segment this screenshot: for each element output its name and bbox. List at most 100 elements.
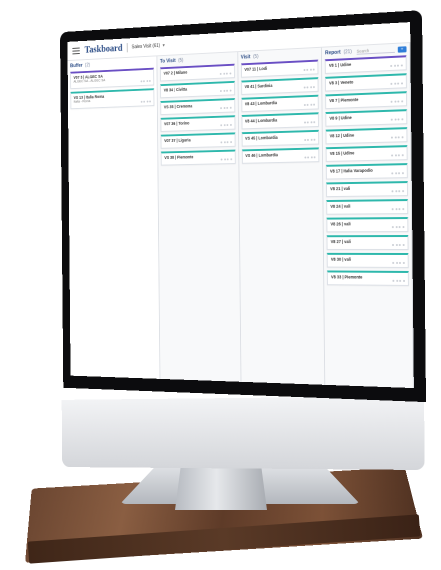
card-action-icon[interactable] <box>229 89 232 92</box>
task-card[interactable]: V8 30 | vali <box>327 252 409 268</box>
card-action-icon[interactable] <box>396 261 399 264</box>
card-action-icon[interactable] <box>229 123 232 126</box>
card-action-icon[interactable] <box>398 154 401 157</box>
card-action-icon[interactable] <box>402 226 405 229</box>
card-action-icon[interactable] <box>392 261 395 264</box>
board-selector[interactable]: Sales Visit (61) ▾ <box>132 43 165 50</box>
card-action-icon[interactable] <box>230 158 232 161</box>
card-action-icon[interactable] <box>226 106 229 109</box>
card-action-icon[interactable] <box>219 72 222 75</box>
task-card[interactable]: V8 43 | Lombardia <box>241 94 320 113</box>
task-card[interactable]: V8 34 | Civitta <box>160 80 235 99</box>
task-card[interactable]: VS 38 | Piemonte <box>160 149 236 166</box>
card-action-icon[interactable] <box>303 104 306 107</box>
card-action-icon[interactable] <box>396 279 399 282</box>
card-action-icon[interactable] <box>394 136 397 139</box>
card-action-icon[interactable] <box>395 190 398 193</box>
card-action-icon[interactable] <box>229 106 232 109</box>
card-action-icon[interactable] <box>226 72 228 75</box>
card-action-icon[interactable] <box>146 100 149 103</box>
card-action-icon[interactable] <box>402 190 405 193</box>
task-card[interactable]: V8 44 | Lombardia <box>241 112 320 130</box>
task-card[interactable]: V07 3 | ALGEC SA ALGEC SA - ALGEC SA <box>70 67 155 90</box>
card-action-icon[interactable] <box>229 141 232 144</box>
task-card[interactable]: VS 35 | Cremona <box>160 98 235 116</box>
task-card[interactable]: V8 3 | Veneto <box>325 73 407 92</box>
card-action-icon[interactable] <box>392 244 395 247</box>
card-action-icon[interactable] <box>399 279 402 282</box>
card-action-icon[interactable] <box>313 103 316 106</box>
card-action-icon[interactable] <box>391 136 394 139</box>
task-card[interactable]: V07 37 | Liguria <box>160 132 236 149</box>
card-action-icon[interactable] <box>306 86 309 89</box>
task-card[interactable]: VS 45 | Lombardia <box>241 129 320 147</box>
card-action-icon[interactable] <box>307 138 310 141</box>
card-action-icon[interactable] <box>401 154 404 157</box>
card-action-icon[interactable] <box>223 124 226 127</box>
card-action-icon[interactable] <box>220 90 222 93</box>
card-action-icon[interactable] <box>307 156 310 159</box>
card-action-icon[interactable] <box>399 261 402 264</box>
card-action-icon[interactable] <box>303 69 306 72</box>
card-action-icon[interactable] <box>395 226 398 229</box>
card-action-icon[interactable] <box>143 80 145 83</box>
card-action-icon[interactable] <box>394 100 397 103</box>
card-action-icon[interactable] <box>397 64 400 67</box>
card-action-icon[interactable] <box>227 158 229 161</box>
card-action-icon[interactable] <box>313 68 315 71</box>
card-action-icon[interactable] <box>391 100 394 103</box>
card-action-icon[interactable] <box>398 136 401 139</box>
card-action-icon[interactable] <box>399 226 402 229</box>
card-action-icon[interactable] <box>392 226 395 229</box>
card-action-icon[interactable] <box>220 158 223 161</box>
card-action-icon[interactable] <box>307 121 310 124</box>
card-action-icon[interactable] <box>313 121 316 124</box>
card-action-icon[interactable] <box>391 172 394 175</box>
task-card[interactable]: V8 12 | Udine <box>325 127 408 145</box>
card-action-icon[interactable] <box>146 80 148 83</box>
card-action-icon[interactable] <box>226 124 229 127</box>
card-action-icon[interactable] <box>220 124 223 127</box>
card-action-icon[interactable] <box>395 172 398 175</box>
card-action-icon[interactable] <box>402 244 405 247</box>
card-action-icon[interactable] <box>392 208 395 211</box>
task-card[interactable]: V8 17 | Italia Varapodio <box>326 163 408 180</box>
card-action-icon[interactable] <box>220 107 223 110</box>
card-action-icon[interactable] <box>140 100 143 103</box>
card-action-icon[interactable] <box>391 154 394 157</box>
task-card[interactable]: V8 27 | vali <box>326 235 409 250</box>
card-action-icon[interactable] <box>306 68 309 71</box>
card-action-icon[interactable] <box>394 118 397 121</box>
search-bar[interactable]: Search <box>356 46 395 55</box>
card-action-icon[interactable] <box>402 261 405 264</box>
card-action-icon[interactable] <box>403 279 405 282</box>
search-input[interactable]: Search <box>357 47 395 54</box>
card-action-icon[interactable] <box>220 141 223 144</box>
card-action-icon[interactable] <box>223 158 226 161</box>
task-card[interactable]: V8 7 | Piemonte <box>325 91 408 110</box>
card-action-icon[interactable] <box>310 121 313 124</box>
card-action-icon[interactable] <box>394 82 397 85</box>
task-card[interactable]: V8 9 | Udine <box>325 109 408 127</box>
card-action-icon[interactable] <box>303 86 306 89</box>
add-card-button[interactable]: + <box>397 46 407 53</box>
card-action-icon[interactable] <box>398 190 401 193</box>
card-action-icon[interactable] <box>304 156 307 159</box>
card-action-icon[interactable] <box>310 86 312 89</box>
task-card[interactable]: V8 24 | vali <box>326 199 409 215</box>
task-card[interactable]: VS 46 | Lombardia <box>241 147 320 164</box>
card-action-icon[interactable] <box>390 82 393 85</box>
card-action-icon[interactable] <box>402 208 405 211</box>
card-action-icon[interactable] <box>313 86 316 89</box>
card-action-icon[interactable] <box>223 107 226 110</box>
task-card[interactable]: V07 2 | Milano <box>160 63 235 82</box>
card-action-icon[interactable] <box>313 138 316 141</box>
card-action-icon[interactable] <box>304 139 306 142</box>
card-action-icon[interactable] <box>390 64 393 67</box>
task-card[interactable]: V8 1 | Udine <box>325 55 407 74</box>
card-action-icon[interactable] <box>395 208 398 211</box>
card-action-icon[interactable] <box>392 279 395 282</box>
card-action-icon[interactable] <box>223 89 226 92</box>
card-action-icon[interactable] <box>223 72 225 75</box>
task-card[interactable]: V8 33 | Piemonte <box>327 270 409 286</box>
